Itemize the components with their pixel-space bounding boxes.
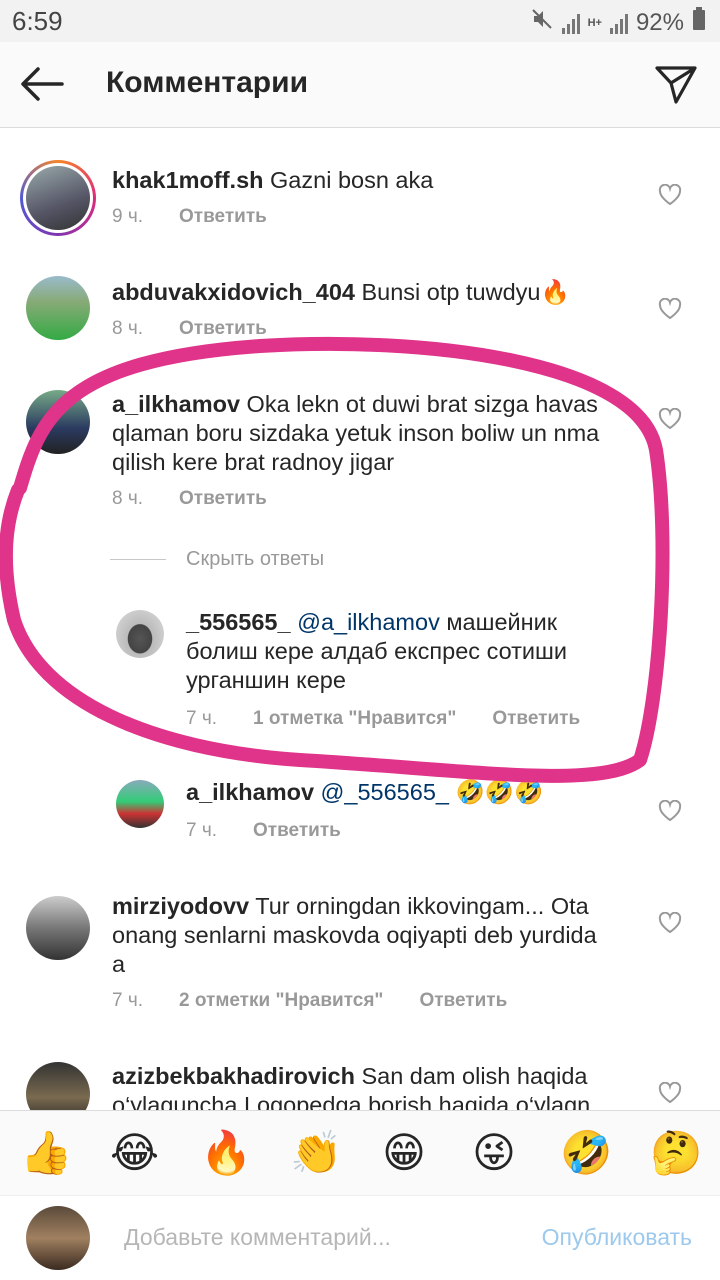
back-arrow-icon[interactable] <box>18 64 66 104</box>
comment-text: Oka lekn ot duwi brat sizga havas <box>246 391 598 417</box>
reply-button[interactable]: Ответить <box>253 820 341 842</box>
avatar[interactable] <box>116 610 164 658</box>
battery-icon <box>692 7 706 38</box>
like-heart-icon[interactable] <box>658 407 682 430</box>
winking-tongue-emoji-icon[interactable]: 😜 <box>470 1129 518 1177</box>
like-heart-icon[interactable] <box>658 799 682 822</box>
comment-username[interactable]: mirziyodovv <box>112 893 249 919</box>
comment-text: Bunsi otp tuwdyu🔥 <box>361 279 570 305</box>
tears-of-joy-emoji-icon[interactable]: 😂 <box>110 1129 159 1177</box>
hide-replies-label: Скрыть ответы <box>186 548 325 570</box>
reply-button[interactable]: Ответить <box>179 318 267 340</box>
mention-link[interactable]: @_556565_ <box>321 779 449 805</box>
reply-button[interactable]: Ответить <box>419 990 507 1012</box>
comment-input-bar: Добавьте комментарий... Опубликовать <box>0 1196 720 1280</box>
comment-time: 9 ч. <box>112 206 144 227</box>
comments-list[interactable]: khak1moff.sh Gazni bosn aka 9 ч. Ответит… <box>0 128 720 1110</box>
avatar[interactable] <box>26 166 90 230</box>
comment-time: 7 ч. <box>112 990 144 1011</box>
reply-button[interactable]: Ответить <box>179 488 267 510</box>
comment-username[interactable]: abduvakxidovich_404 <box>112 279 355 305</box>
like-heart-icon[interactable] <box>658 1081 682 1104</box>
like-heart-icon[interactable] <box>658 297 682 320</box>
comment-text: Tur orningdan ikkovingam... Ota <box>255 893 589 919</box>
reply-username[interactable]: a_ilkhamov <box>186 779 314 805</box>
comment-time: 8 ч. <box>112 318 144 339</box>
avatar[interactable] <box>26 390 90 454</box>
likes-count[interactable]: 1 отметка "Нравится" <box>253 708 456 730</box>
reply-text-line-2: болиш кере алдаб експрес сотиши <box>186 638 568 664</box>
mute-icon <box>530 7 554 38</box>
like-heart-icon[interactable] <box>658 911 682 934</box>
signal-icon <box>561 12 580 34</box>
fire-emoji-icon[interactable]: 🔥 <box>200 1129 252 1177</box>
reply-button[interactable]: Ответить <box>492 708 580 730</box>
avatar[interactable] <box>26 896 90 960</box>
signal-icon-2 <box>609 12 628 34</box>
story-ring[interactable] <box>20 160 96 236</box>
comment-text-line-3: a <box>112 951 126 977</box>
like-heart-icon[interactable] <box>658 183 682 206</box>
network-type: H+ <box>587 16 602 29</box>
clapping-hands-emoji-icon[interactable]: 👏 <box>290 1129 342 1177</box>
reply-text: машейник <box>446 609 558 635</box>
emoji-quick-bar: 👍 😂 🔥 👏 😁 😜 🤣 🤔 <box>0 1110 720 1196</box>
likes-count[interactable]: 2 отметки "Нравится" <box>179 990 383 1012</box>
thumbs-up-emoji-icon[interactable]: 👍 <box>20 1129 72 1177</box>
reply-button[interactable]: Ответить <box>179 206 267 228</box>
hide-replies-button[interactable]: Скрыть ответы <box>110 548 324 571</box>
status-bar: 6:59 H+ 92% <box>0 0 720 42</box>
reply-time: 7 ч. <box>186 708 218 729</box>
divider <box>110 559 166 560</box>
rolling-laughing-emoji-icon[interactable]: 🤣 <box>560 1129 612 1177</box>
app-bar: Комментарии <box>0 42 720 128</box>
grinning-emoji-icon[interactable]: 😁 <box>380 1129 428 1177</box>
comment-text-line-2: onang senlarni maskovda oqiyapti deb yur… <box>112 922 597 948</box>
reply-time: 7 ч. <box>186 820 218 841</box>
battery-level: 92% <box>635 8 684 36</box>
current-user-avatar <box>26 1206 90 1270</box>
comment-text-line-2: qlaman boru sizdaka yetuk inson boliw un… <box>112 420 600 446</box>
status-time: 6:59 <box>12 6 63 36</box>
comment-text-line-2: o‘ylaguncha Logopedga borish haqida o‘yl… <box>112 1092 591 1110</box>
comment-input[interactable]: Добавьте комментарий... <box>124 1224 391 1251</box>
mention-link[interactable]: @a_ilkhamov <box>297 609 440 635</box>
reply-text: 🤣🤣🤣 <box>455 779 544 805</box>
comment-username[interactable]: khak1moff.sh <box>112 167 264 193</box>
comment-username[interactable]: a_ilkhamov <box>112 391 240 417</box>
avatar[interactable] <box>26 1062 90 1110</box>
avatar[interactable] <box>26 276 90 340</box>
reply-text-line-3: урганшин кере <box>186 667 346 693</box>
reply-username[interactable]: _556565_ <box>186 609 291 635</box>
comment-text-line-3: qilish kere brat radnoy jigar <box>112 449 395 475</box>
comment-time: 8 ч. <box>112 488 144 509</box>
comment-username[interactable]: azizbekbakhadirovich <box>112 1063 355 1089</box>
direct-send-icon[interactable] <box>654 62 698 106</box>
page-title: Комментарии <box>106 66 309 99</box>
thinking-emoji-icon[interactable]: 🤔 <box>650 1129 702 1177</box>
post-button[interactable]: Опубликовать <box>542 1224 692 1251</box>
comment-text: San dam olish haqida <box>361 1063 588 1089</box>
avatar[interactable] <box>116 780 164 828</box>
comment-text: Gazni bosn aka <box>270 167 434 193</box>
